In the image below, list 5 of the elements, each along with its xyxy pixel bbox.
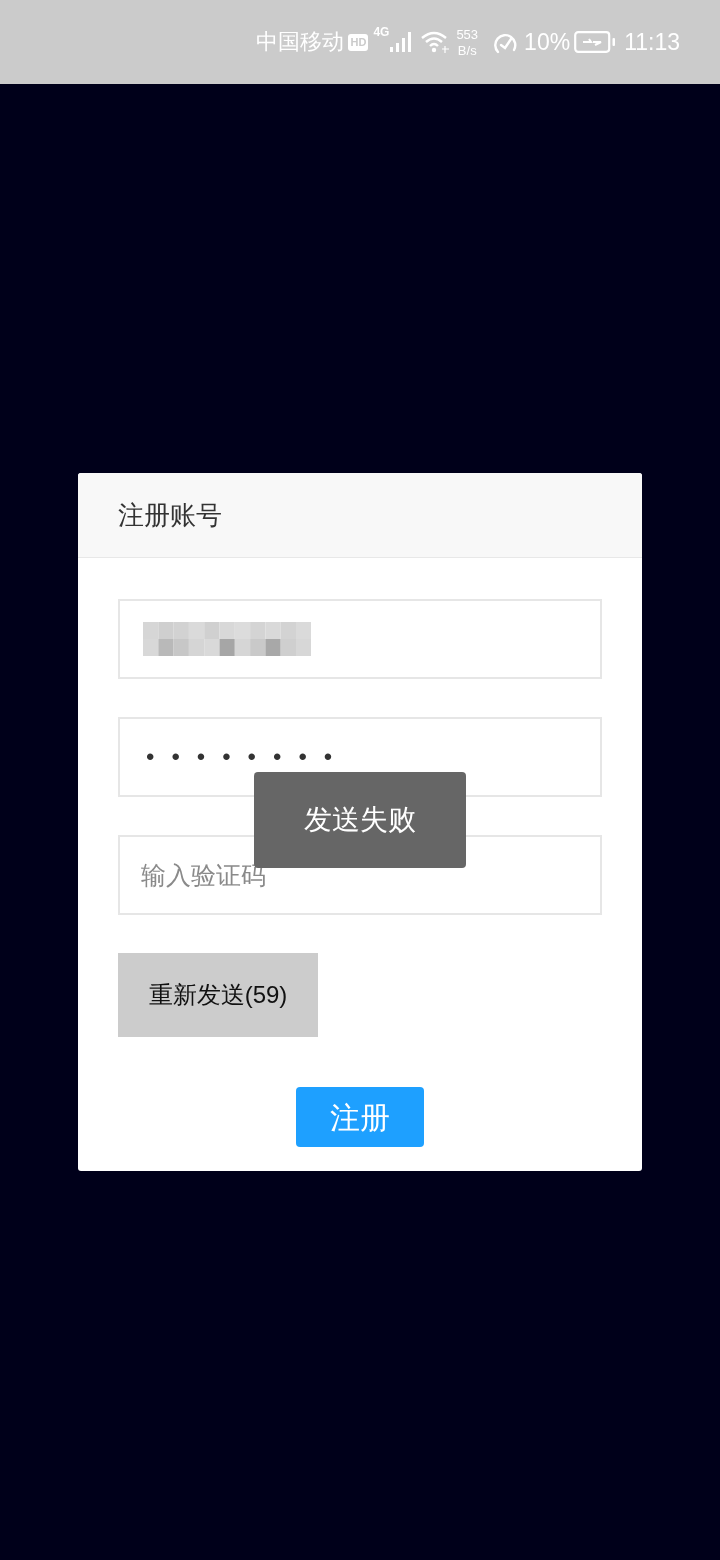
- wifi-icon: [420, 31, 451, 53]
- toast-message: 发送失败: [254, 772, 466, 868]
- signal-icon: [390, 32, 413, 52]
- dialog-title: 注册账号: [118, 502, 222, 528]
- phone-field[interactable]: [118, 599, 602, 679]
